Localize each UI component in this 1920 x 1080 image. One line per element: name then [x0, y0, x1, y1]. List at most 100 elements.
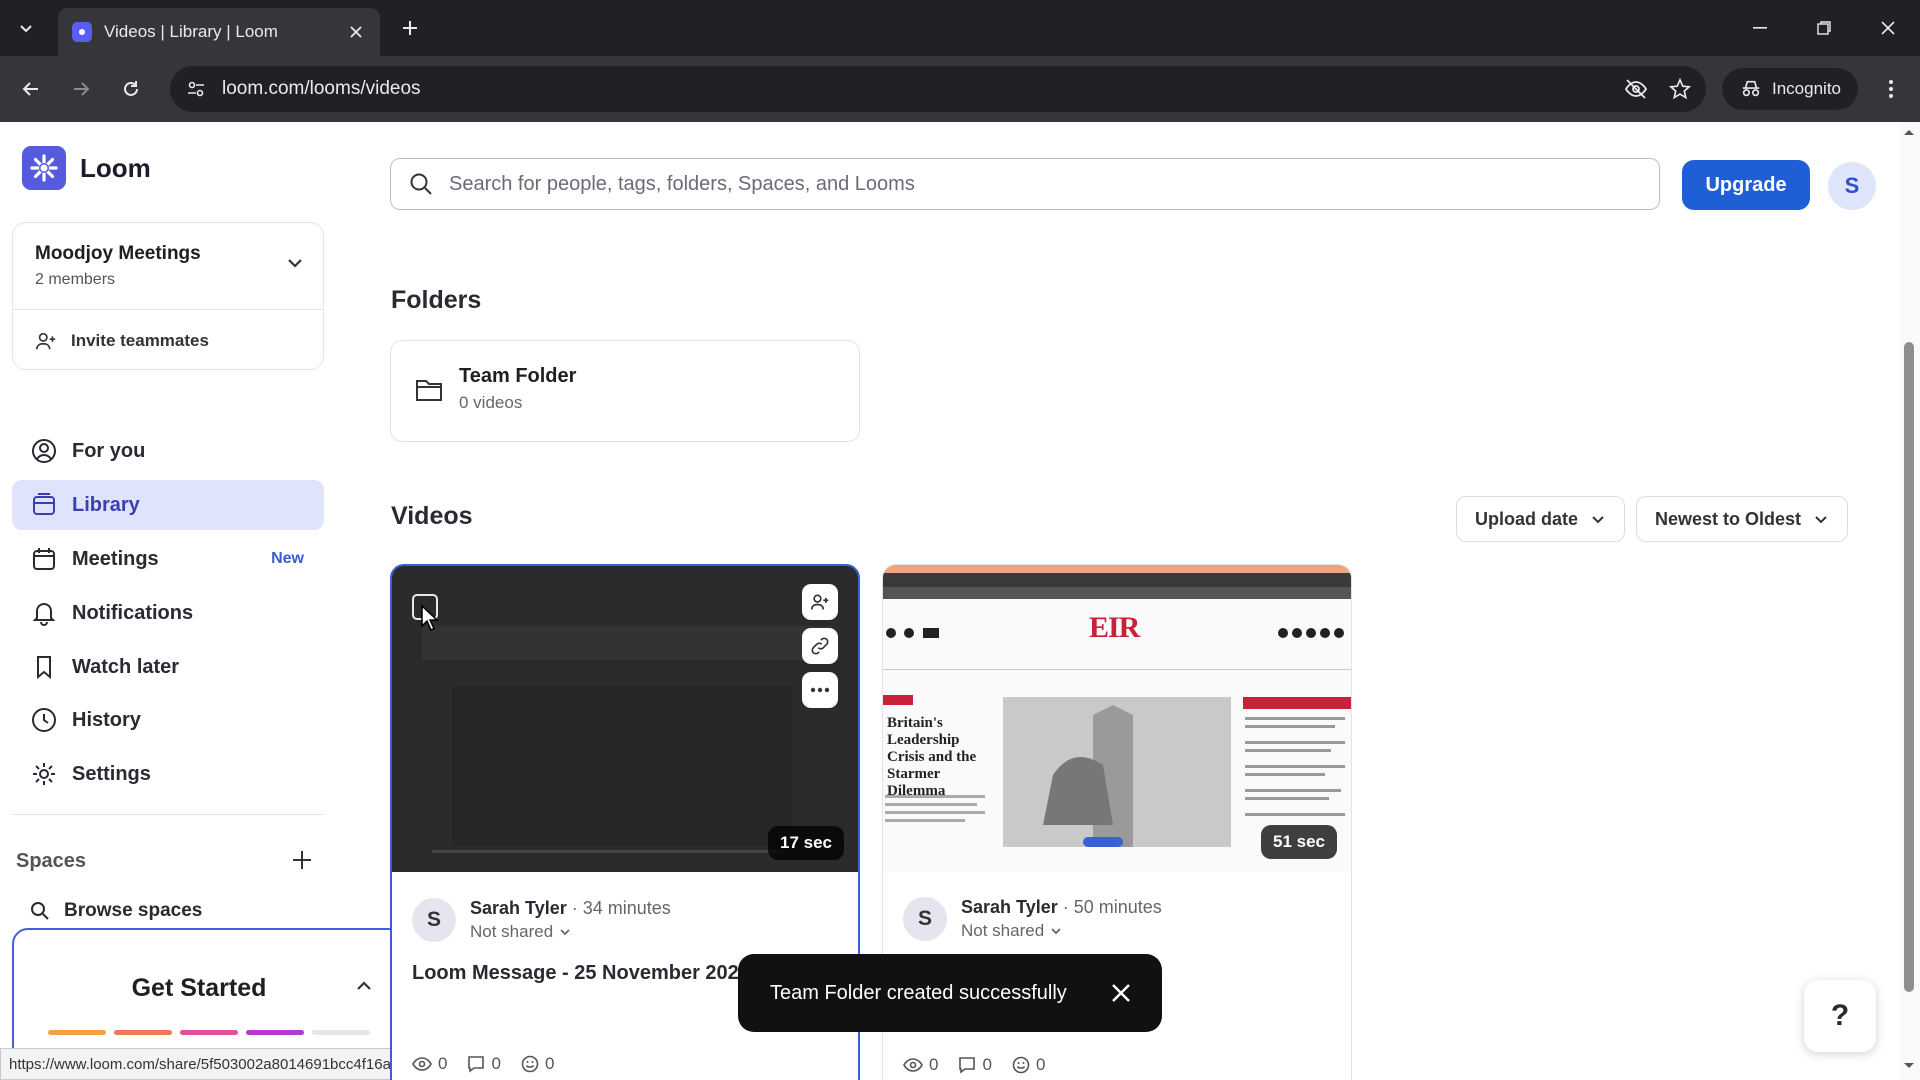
sort-order-dropdown[interactable]: Newest to Oldest [1636, 496, 1849, 542]
eye-icon [412, 1057, 432, 1071]
sidebar-item-settings[interactable]: Settings [12, 749, 324, 799]
view-count: 0 [438, 1054, 448, 1073]
comment-icon [959, 1057, 976, 1074]
chevron-down-icon [1051, 928, 1061, 935]
invite-label: Invite teammates [71, 331, 209, 350]
video-age: 34 minutes [582, 898, 671, 918]
close-icon[interactable] [1108, 980, 1134, 1006]
sidebar-item-library[interactable]: Library [12, 480, 324, 530]
sort-field-dropdown[interactable]: Upload date [1456, 496, 1626, 542]
view-count: 0 [929, 1055, 939, 1074]
user-circle-icon [30, 437, 58, 465]
share-user-button[interactable] [802, 584, 838, 620]
sidebar-item-history[interactable]: History [12, 695, 324, 745]
sidebar-item-label: Meetings [72, 547, 159, 570]
search-icon [410, 173, 432, 195]
browser-tab[interactable]: Videos | Library | Loom [58, 8, 380, 56]
folder-card[interactable]: Team Folder 0 videos [390, 340, 860, 442]
more-options-button[interactable] [802, 672, 838, 708]
tab-title: Videos | Library | Loom [104, 22, 278, 41]
sort-field-label: Upload date [1475, 508, 1579, 529]
upgrade-button[interactable]: Upgrade [1682, 160, 1810, 210]
scrollbar-thumb[interactable] [1904, 342, 1914, 992]
spaces-heading: Spaces [16, 850, 87, 872]
video-title[interactable]: Loom Message - 25 November 202 [412, 962, 739, 985]
browser-toolbar: loom.com/looms/videos Incognito [0, 56, 1920, 122]
forward-icon[interactable] [64, 72, 98, 106]
back-icon[interactable] [14, 72, 48, 106]
url-text: loom.com/looms/videos [222, 78, 421, 99]
browser-tab-bar: Videos | Library | Loom [0, 0, 1920, 56]
sort-order-label: Newest to Oldest [1655, 508, 1802, 529]
sharing-dropdown[interactable]: Not shared [470, 922, 571, 942]
bookmark-icon [30, 653, 58, 681]
sidebar-item-meetings[interactable]: Meetings New [12, 534, 324, 584]
sidebar-item-watch-later[interactable]: Watch later [12, 642, 324, 692]
new-badge: New [271, 550, 304, 567]
scroll-down-arrow-icon[interactable] [1903, 1062, 1915, 1070]
video-stats: 0 0 0 [903, 1055, 1045, 1075]
smiley-icon [521, 1055, 539, 1073]
new-tab-icon[interactable] [396, 14, 424, 42]
loom-favicon-icon [72, 22, 92, 42]
videos-heading: Videos [391, 502, 473, 530]
address-bar[interactable]: loom.com/looms/videos [170, 66, 1706, 112]
video-meta: S Sarah Tyler · 50 minutes Not shared [903, 891, 1333, 951]
video-meta: S Sarah Tyler · 34 minutes Not shared [412, 892, 842, 952]
video-age: 50 minutes [1073, 897, 1162, 917]
bookmark-star-icon[interactable] [1662, 71, 1698, 107]
sharing-status: Not shared [961, 921, 1045, 940]
workspace-name[interactable]: Moodjoy Meetings [35, 243, 201, 265]
search-input[interactable] [449, 172, 1659, 196]
browse-spaces-link[interactable]: Browse spaces [30, 900, 202, 922]
loom-logo[interactable]: Loom [22, 146, 151, 190]
close-window-icon[interactable] [1856, 0, 1920, 56]
calendar-icon [30, 545, 58, 573]
progress-segment [312, 1030, 370, 1035]
progress-segment [180, 1030, 238, 1035]
workspace-chevron-down-icon[interactable] [285, 253, 305, 273]
sharing-dropdown[interactable]: Not shared [961, 921, 1062, 941]
browser-menu-icon[interactable] [1874, 72, 1908, 106]
minimize-icon[interactable] [1728, 0, 1792, 56]
search-bar[interactable] [390, 158, 1660, 210]
search-icon [31, 902, 49, 920]
help-button[interactable]: ? [1804, 980, 1876, 1052]
more-icon [810, 687, 830, 693]
chevron-down-icon [1592, 516, 1604, 524]
duration-badge: 17 sec [768, 826, 844, 860]
folder-count: 0 videos [459, 393, 523, 412]
thumbnail-logo: EIR [1089, 611, 1140, 644]
workspace-card: Moodjoy Meetings 2 members Invite teamma… [12, 222, 324, 370]
close-tab-icon[interactable] [346, 22, 366, 42]
sidebar-item-notifications[interactable]: Notifications [12, 588, 324, 638]
chevron-up-icon[interactable] [354, 976, 374, 996]
scroll-up-arrow-icon[interactable] [1903, 128, 1915, 136]
tab-list-button[interactable] [10, 12, 42, 44]
author-name: Sarah Tyler [961, 897, 1058, 917]
restore-icon[interactable] [1792, 0, 1856, 56]
add-space-icon[interactable] [290, 848, 314, 872]
copy-link-button[interactable] [802, 628, 838, 664]
reload-icon[interactable] [114, 72, 148, 106]
duration-badge: 51 sec [1261, 825, 1337, 859]
sidebar-item-label: Watch later [72, 655, 180, 678]
chevron-down-icon [20, 25, 32, 33]
avatar[interactable]: S [1828, 162, 1876, 210]
comment-icon [468, 1056, 485, 1073]
sidebar-item-label: Library [72, 493, 140, 516]
sidebar-item-for-you[interactable]: For you [12, 426, 324, 476]
video-thumbnail[interactable]: EIR Britain's Leadership Crisis and the … [883, 565, 1351, 871]
progress-segment [48, 1030, 106, 1035]
eye-off-icon[interactable] [1618, 71, 1654, 107]
get-started-title: Get Started [131, 974, 267, 1002]
avatar: S [903, 897, 947, 941]
site-settings-icon[interactable] [184, 77, 208, 101]
video-thumbnail[interactable]: 17 sec [392, 566, 858, 872]
invite-teammates-button[interactable]: Invite teammates [35, 319, 209, 363]
bell-icon [30, 599, 58, 627]
incognito-indicator[interactable]: Incognito [1722, 68, 1858, 110]
app-name: Loom [80, 152, 151, 183]
workspace-members: 2 members [35, 271, 116, 288]
divider [13, 309, 323, 310]
